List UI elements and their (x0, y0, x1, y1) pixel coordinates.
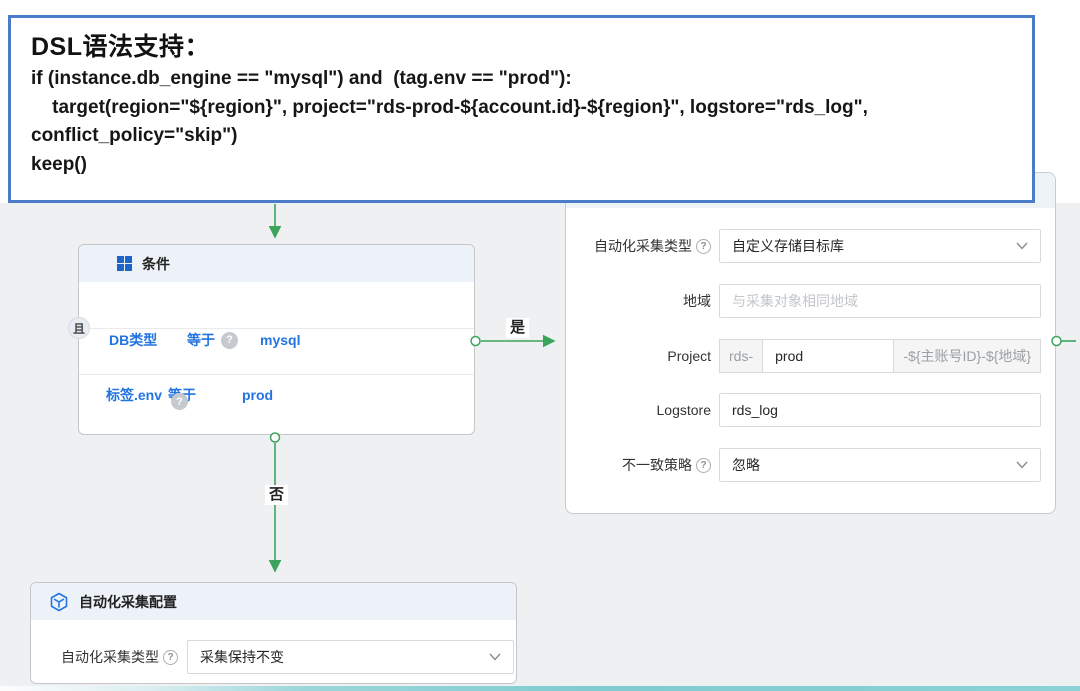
and-join-badge: 且 (68, 317, 90, 339)
condition-operator[interactable]: 等于 (187, 330, 215, 350)
dsl-title: DSL语法支持： (31, 32, 1012, 63)
auto-collect-config-node[interactable]: 自动化采集配置 自动化采集类型 采集保持不变 (30, 582, 517, 684)
form-row-region: 地域 (582, 284, 1041, 318)
form-row-collect-type: 自动化采集类型 自定义存储目标库 (582, 229, 1041, 263)
collect-type-select[interactable]: 采集保持不变 (187, 640, 514, 674)
divider (79, 374, 474, 375)
form-row-project: Project rds- prod -${主账号ID}-${地域} (582, 339, 1041, 373)
dsl-code: if (instance.db_engine == "mysql") and (… (31, 65, 1012, 179)
conflict-policy-select[interactable]: 忽略 (719, 448, 1041, 482)
condition-node-title: 条件 (142, 254, 170, 274)
logstore-input[interactable]: rds_log (719, 393, 1041, 427)
auto-collect-node-title: 自动化采集配置 (79, 592, 177, 612)
condition-row-2[interactable]: 标签.env 等于 prod (106, 385, 273, 405)
condition-value[interactable]: prod (242, 387, 273, 403)
field-label: 自动化采集类型 (594, 236, 692, 256)
condition-node[interactable]: 条件 DB类型 等于 mysql 且 标签.env 等于 prod (78, 244, 475, 435)
chevron-down-icon (1016, 461, 1028, 469)
cube-icon (49, 592, 69, 612)
form-row-logstore: Logstore rds_log (582, 393, 1041, 427)
condition-row-1[interactable]: DB类型 等于 mysql (109, 330, 300, 350)
help-icon[interactable] (696, 239, 711, 254)
field-label: Logstore (657, 402, 711, 418)
collect-type-select[interactable]: 自定义存储目标库 (719, 229, 1041, 263)
condition-grid-icon (117, 256, 132, 271)
project-prefix: rds- (719, 339, 763, 373)
chevron-down-icon (1016, 242, 1028, 250)
target-config-panel[interactable]: 自动化采集类型 自定义存储目标库 地域 Project rds- prod -$… (565, 172, 1056, 514)
form-row-conflict-policy: 不一致策略 忽略 (582, 448, 1041, 482)
project-input[interactable]: prod (762, 339, 894, 373)
field-label: 不一致策略 (622, 455, 692, 475)
form-row-collect-type: 自动化采集类型 采集保持不变 (61, 640, 514, 674)
auto-collect-node-header: 自动化采集配置 (31, 583, 516, 620)
help-icon[interactable] (163, 650, 178, 665)
bottom-scroll-bar[interactable] (0, 686, 1080, 691)
project-input-group[interactable]: rds- prod -${主账号ID}-${地域} (719, 339, 1041, 373)
input-value: rds_log (732, 402, 778, 418)
field-label: Project (667, 348, 711, 364)
condition-value[interactable]: mysql (260, 332, 300, 348)
help-icon[interactable] (171, 393, 188, 410)
region-input[interactable] (719, 284, 1041, 318)
condition-field[interactable]: DB类型 (109, 330, 187, 350)
field-label: 地域 (683, 291, 711, 311)
dsl-syntax-overlay: DSL语法支持： if (instance.db_engine == "mysq… (8, 15, 1035, 203)
selected-value: 忽略 (732, 455, 760, 475)
selected-value: 采集保持不变 (200, 647, 284, 667)
chevron-down-icon (489, 653, 501, 661)
project-suffix: -${主账号ID}-${地域} (893, 339, 1041, 373)
help-icon[interactable] (221, 332, 238, 349)
divider (79, 328, 474, 329)
edge-label-no: 否 (265, 485, 288, 505)
help-icon[interactable] (696, 458, 711, 473)
edge-label-yes: 是 (506, 318, 529, 338)
condition-node-header: 条件 (79, 245, 474, 282)
field-label: 自动化采集类型 (61, 647, 159, 667)
condition-field[interactable]: 标签.env (106, 385, 168, 405)
flow-editor-canvas: 条件 DB类型 等于 mysql 且 标签.env 等于 prod 自动化采集类… (0, 0, 1080, 691)
selected-value: 自定义存储目标库 (732, 236, 844, 256)
